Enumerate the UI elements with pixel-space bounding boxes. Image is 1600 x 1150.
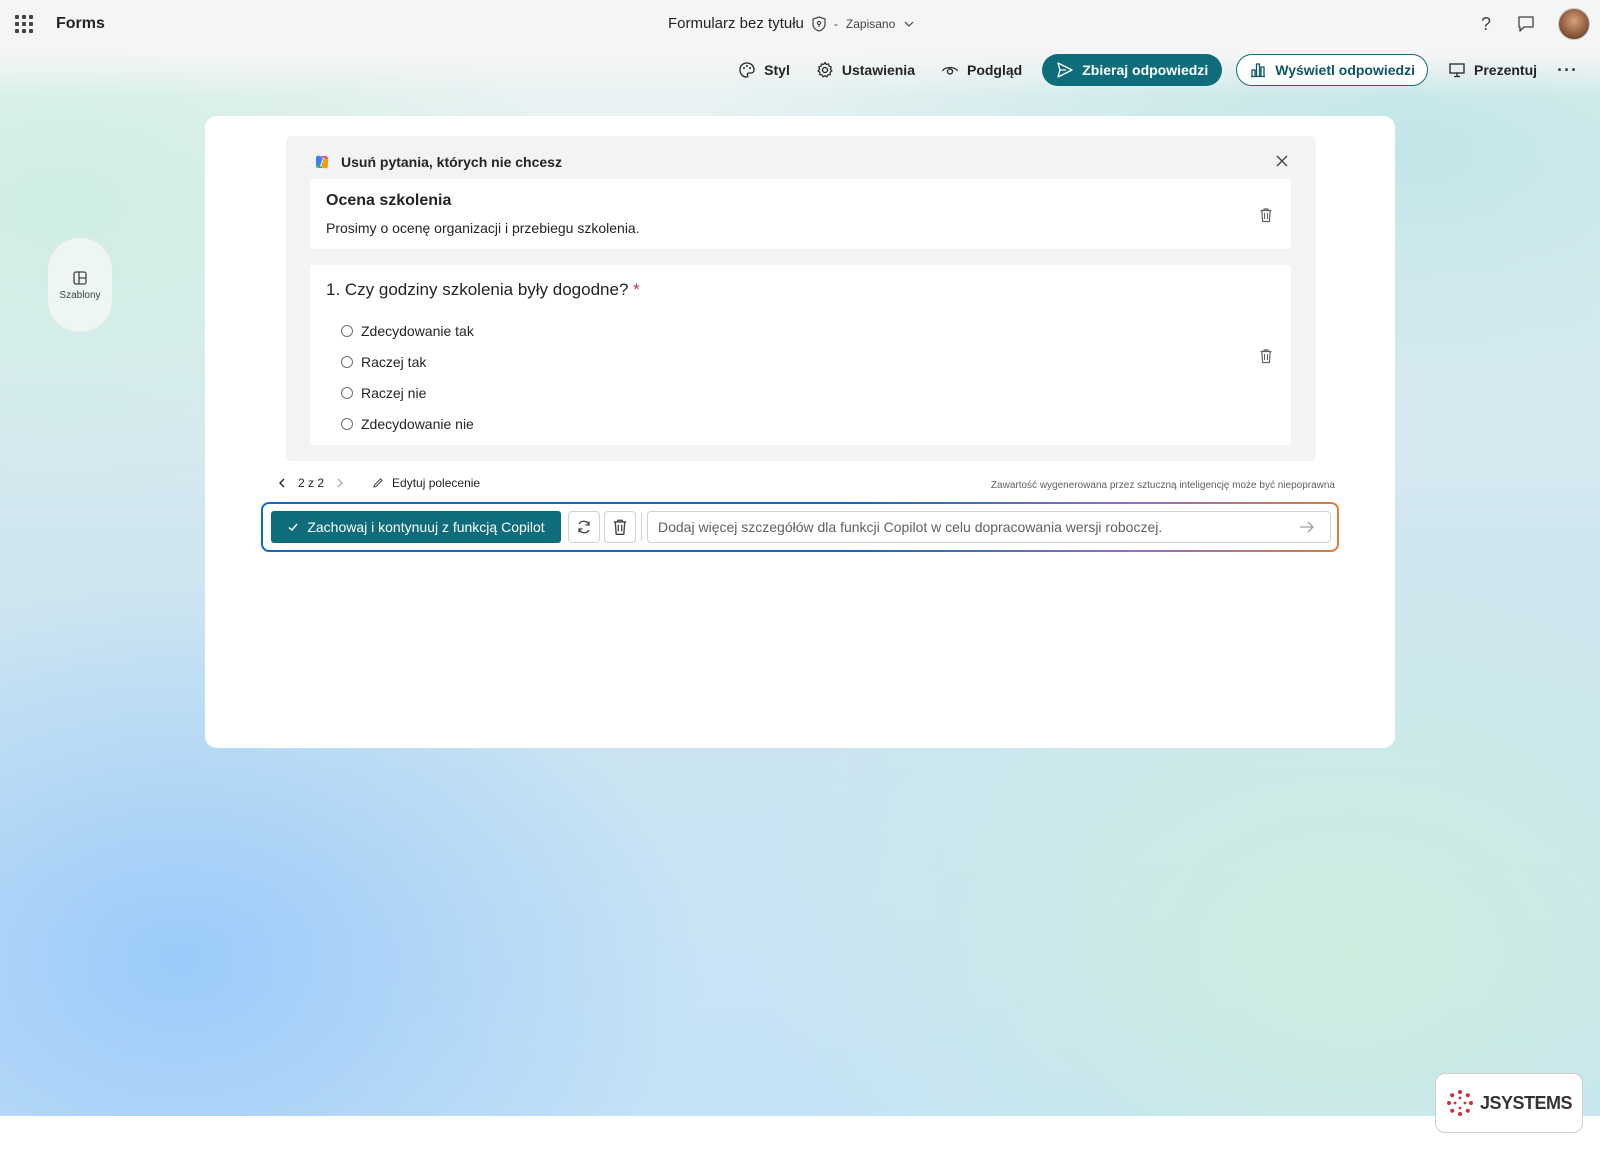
help-icon[interactable]: ? [1478,14,1494,35]
send-icon [1057,62,1073,78]
close-icon[interactable] [1274,153,1290,169]
trash-icon [613,519,627,535]
delete-question-icon[interactable] [1259,348,1273,364]
checkmark-icon [288,523,298,531]
templates-icon [73,270,87,285]
edit-prompt-button[interactable]: Edytuj polecenie [372,476,480,490]
app-launcher-icon[interactable] [15,15,33,33]
gear-icon [817,61,833,78]
edit-prompt-label: Edytuj polecenie [392,476,481,490]
copilot-logo-icon [316,155,328,169]
present-label: Prezentuj [1474,62,1538,78]
jsystems-logo: JSYSTEMS [1435,1073,1583,1133]
regenerate-button[interactable] [568,511,600,543]
option-label: Raczej tak [361,354,427,370]
option-label: Zdecydowanie nie [361,416,474,432]
radio-icon[interactable] [341,387,353,399]
radio-icon[interactable] [341,356,353,368]
option-item[interactable]: Raczej nie [341,385,426,401]
chevron-left-icon[interactable] [276,477,288,489]
draft-pager: 2 z 2 [298,476,325,490]
required-mark: * [633,280,640,299]
style-button[interactable]: Styl [732,54,796,86]
arrow-right-icon[interactable] [1298,518,1316,536]
delete-section-icon[interactable] [1259,207,1273,223]
pencil-icon [373,478,383,488]
copilot-panel-header: Usuń pytania, których nie chcesz [313,153,562,171]
shield-icon[interactable] [812,15,826,32]
settings-label: Ustawienia [841,62,915,78]
collect-responses-label: Zbieraj odpowiedzi [1082,62,1209,78]
eye-icon [941,66,959,75]
title-separator: - [833,16,838,31]
avatar[interactable] [1558,8,1590,40]
jsystems-logo-text: JSYSTEMS [1479,1092,1573,1113]
copilot-header-text: Usuń pytania, których nie chcesz [341,154,562,170]
question-title: 1. Czy godziny szkolenia były dogodne? [326,280,629,299]
radio-icon[interactable] [341,418,353,430]
option-item[interactable]: Zdecydowanie nie [341,416,474,432]
more-options-icon[interactable]: ··· [1557,60,1578,81]
option-item[interactable]: Zdecydowanie tak [341,323,474,339]
comment-icon[interactable] [1516,14,1536,34]
style-label: Styl [764,62,790,78]
chevron-down-icon[interactable] [903,18,915,30]
draft-navigation: 2 z 2 Edytuj polecenie [276,476,480,490]
copilot-prompt-bar: Zachowaj i kontynuuj z funkcją Copilot [261,502,1339,552]
copilot-prompt-inner: Zachowaj i kontynuuj z funkcją Copilot [263,504,1337,550]
option-label: Raczej nie [361,385,427,401]
discard-button[interactable] [604,511,636,543]
document-title-area[interactable]: Formularz bez tytułu - Zapisano [668,15,915,32]
view-responses-button[interactable]: Wyświetl odpowiedzi [1236,54,1428,86]
option-item[interactable]: Raczej tak [341,354,426,370]
section-card [310,179,1291,249]
document-title[interactable]: Formularz bez tytułu [668,15,804,32]
templates-button[interactable]: Szablony [47,237,113,333]
copilot-prompt-input[interactable] [647,511,1331,543]
bar-chart-icon [1251,63,1266,78]
view-responses-label: Wyświetl odpowiedzi [1275,62,1415,78]
save-status: Zapisano [845,16,896,31]
present-button[interactable]: Prezentuj [1442,54,1543,86]
toolbar-divider [641,513,642,541]
palette-icon [739,62,755,78]
section-subtitle: Prosimy o ocenę organizacji i przebiegu … [326,220,640,236]
ai-disclaimer: Zawartość wygenerowana przez sztuczną in… [990,480,1335,491]
header-actions: ? [1478,8,1590,40]
jsystems-logo-icon [1446,1090,1473,1116]
preview-button[interactable]: Podgląd [935,54,1028,86]
chevron-right-icon[interactable] [334,477,346,489]
toolbar: Styl Ustawienia Podgląd Zbieraj odpowied… [732,54,1578,86]
keep-and-continue-label: Zachowaj i kontynuuj z funkcją Copilot [307,519,545,535]
refresh-icon [578,520,590,534]
preview-label: Podgląd [966,62,1023,78]
question-text: 1. Czy godziny szkolenia były dogodne? * [326,280,640,300]
section-title: Ocena szkolenia [326,192,452,209]
settings-button[interactable]: Ustawienia [810,54,921,86]
radio-icon[interactable] [341,325,353,337]
templates-label: Szablony [59,289,101,301]
keep-and-continue-button[interactable]: Zachowaj i kontynuuj z funkcją Copilot [271,511,561,543]
option-label: Zdecydowanie tak [361,323,474,339]
collect-responses-button[interactable]: Zbieraj odpowiedzi [1042,54,1223,86]
present-icon [1449,63,1465,78]
app-name[interactable]: Forms [56,15,105,33]
